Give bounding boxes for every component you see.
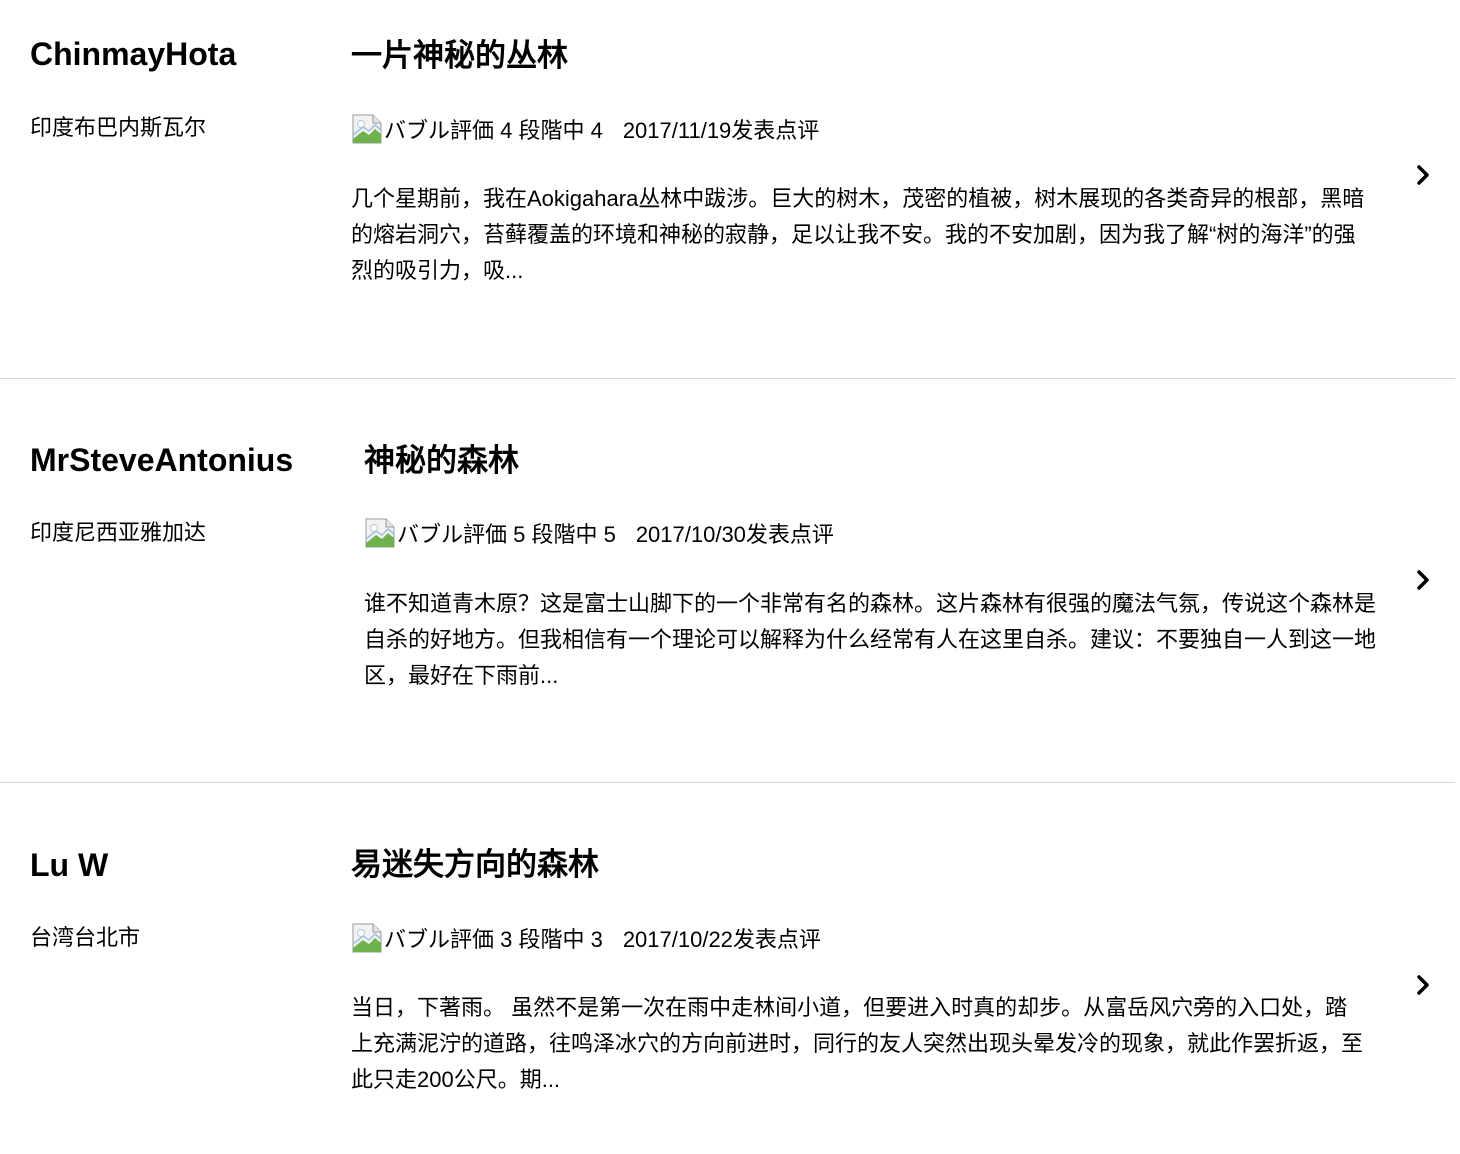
review-date: 2017/10/30发表点评 [635, 522, 834, 547]
reviewer-location: 台湾台北市 [30, 925, 141, 950]
review-body: 几个星期前，我在Aokigahara丛林中跋涉。巨大的树木，茂密的植被，树木展现… [351, 186, 1365, 283]
broken-image-icon [352, 114, 382, 144]
rating-alt-text: バブル評価 3 段階中 3 [384, 927, 603, 952]
review-body: 谁不知道青木原？这是富士山脚下的一个非常有名的森林。这片森林有很强的魔法气氛，传… [364, 591, 1377, 688]
bubble-rating: バブル評価 4 段階中 4 [351, 112, 603, 146]
review-date: 2017/10/22发表点评 [622, 927, 821, 952]
reviewer-location: 印度布巴内斯瓦尔 [30, 115, 207, 140]
review-title[interactable]: 神秘的森林 [364, 441, 519, 481]
broken-image-icon [352, 923, 382, 953]
review-body: 当日，下著雨。 虽然不是第一次在雨中走林间小道，但要进入时真的却步。从富岳风穴旁… [351, 995, 1364, 1092]
review-card[interactable]: ChinmayHota 印度布巴内斯瓦尔 一片神秘的丛林 バブル評価 4 段階中… [0, 0, 1455, 379]
reviewer-name[interactable]: MrSteveAntonius [30, 440, 293, 480]
chevron-right-icon[interactable] [1413, 974, 1435, 996]
review-meta: バブル評価 3 段階中 3 2017/10/22发表点评 [351, 921, 821, 955]
review-title[interactable]: 易迷失方向的森林 [351, 845, 599, 885]
reviewer-name[interactable]: ChinmayHota [30, 34, 236, 74]
review-meta: バブル評価 4 段階中 4 2017/11/19发表点评 [351, 112, 819, 146]
rating-alt-text: バブル評価 5 段階中 5 [397, 522, 616, 547]
review-card[interactable]: MrSteveAntonius 印度尼西亚雅加达 神秘的森林 バブル評価 5 段… [0, 379, 1455, 783]
review-title[interactable]: 一片神秘的丛林 [351, 36, 568, 76]
chevron-right-icon[interactable] [1413, 569, 1435, 591]
reviewer-name[interactable]: Lu W [30, 845, 108, 885]
chevron-right-icon[interactable] [1413, 164, 1435, 186]
reviewer-location: 印度尼西亚雅加达 [30, 520, 207, 545]
broken-image-icon [365, 518, 395, 548]
review-list: ChinmayHota 印度布巴内斯瓦尔 一片神秘的丛林 バブル評価 4 段階中… [0, 0, 1460, 1154]
review-date: 2017/11/19发表点评 [622, 118, 820, 143]
bubble-rating: バブル評価 3 段階中 3 [351, 921, 603, 955]
review-card[interactable]: Lu W 台湾台北市 易迷失方向的森林 バブル評価 3 段階中 3 2017/1… [0, 783, 1455, 1154]
rating-alt-text: バブル評価 4 段階中 4 [384, 118, 603, 143]
bubble-rating: バブル評価 5 段階中 5 [364, 516, 616, 550]
review-meta: バブル評価 5 段階中 5 2017/10/30发表点评 [364, 516, 834, 550]
